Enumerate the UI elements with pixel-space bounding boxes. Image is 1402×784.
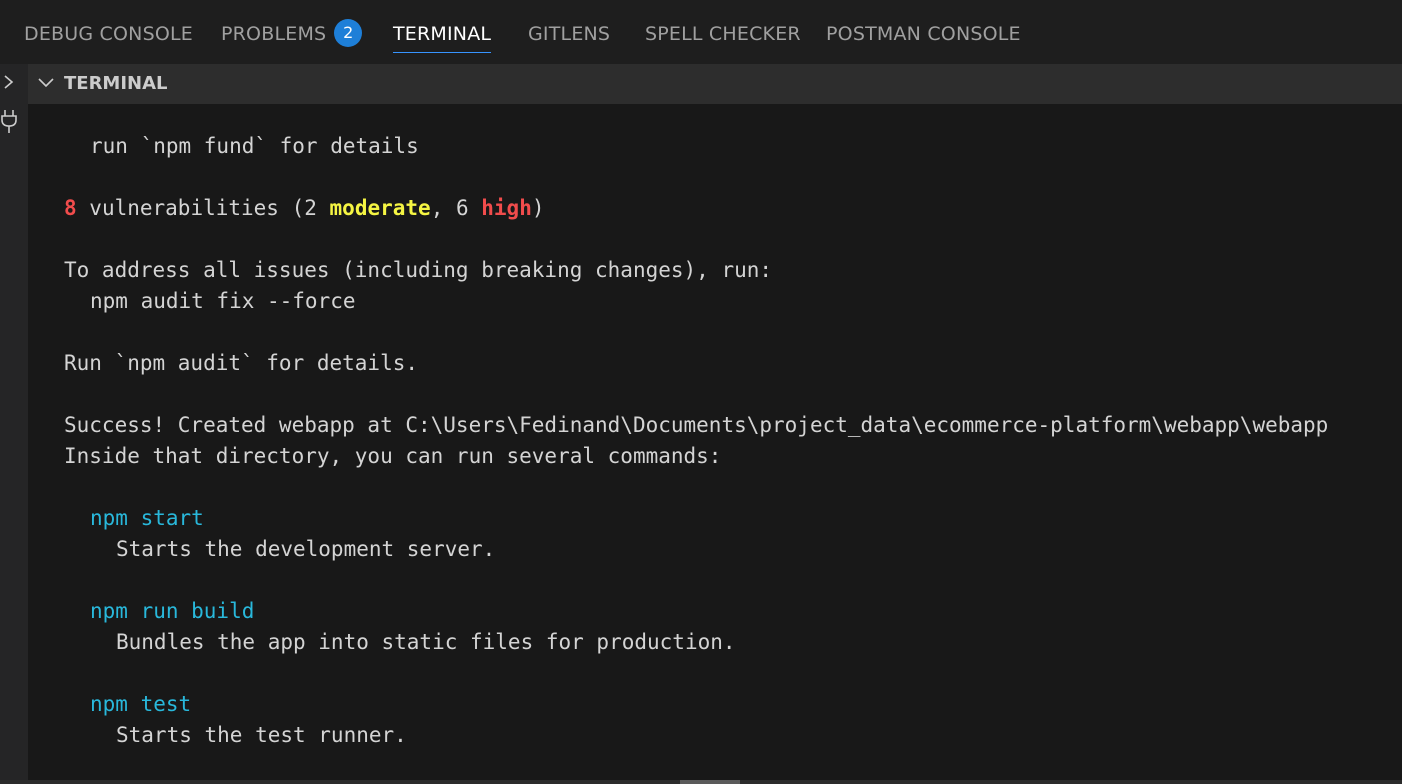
chevron-right-icon[interactable] — [2, 74, 16, 90]
section-title: TERMINAL — [64, 73, 168, 94]
problems-count-badge: 2 — [334, 19, 363, 47]
vulnerability-text: vulnerabilities (2 — [76, 196, 330, 220]
chevron-down-icon[interactable] — [37, 76, 55, 90]
active-tab-indicator — [393, 52, 492, 53]
tab-label: TERMINAL — [393, 23, 492, 45]
panel-tab-bar: DEBUG CONSOLE PROBLEMS 2 TERMINAL GITLENS… — [0, 0, 1402, 64]
terminal-line-fund: run `npm fund` for details — [90, 134, 419, 158]
tab-debug-console[interactable]: DEBUG CONSOLE — [24, 0, 193, 64]
terminal-line-audit: Run `npm audit` for details. — [64, 351, 419, 375]
tab-spell-checker[interactable]: SPELL CHECKER — [645, 0, 801, 64]
tab-terminal[interactable]: TERMINAL — [393, 0, 492, 64]
severity-moderate: moderate — [329, 196, 431, 220]
terminal-line-inside: Inside that directory, you can run sever… — [64, 444, 722, 468]
terminal-section-header[interactable]: TERMINAL — [28, 64, 1402, 104]
tab-gitlens[interactable]: GITLENS — [528, 0, 610, 64]
plug-icon[interactable] — [0, 108, 18, 134]
horizontal-scrollbar-thumb[interactable] — [680, 780, 740, 784]
tab-label: SPELL CHECKER — [645, 23, 801, 45]
command-description: Bundles the app into static files for pr… — [116, 630, 736, 654]
terminal-line-address: To address all issues (including breakin… — [64, 258, 773, 282]
tab-label: GITLENS — [528, 23, 611, 45]
tab-problems[interactable]: PROBLEMS 2 — [221, 0, 363, 64]
command-npm-run-build: npm run build — [90, 599, 255, 623]
severity-high: high — [481, 196, 532, 220]
terminal-line-vulnerabilities: 8 vulnerabilities (2 moderate, 6 high) — [64, 193, 545, 224]
panel: DEBUG CONSOLE PROBLEMS 2 TERMINAL GITLENS… — [0, 0, 1402, 784]
tab-label: PROBLEMS — [221, 23, 327, 45]
command-description: Starts the development server. — [116, 537, 496, 561]
tab-label: POSTMAN CONSOLE — [826, 23, 1021, 45]
left-activity-strip — [0, 64, 28, 784]
terminal-output[interactable]: run `npm fund` for details 8 vulnerabili… — [28, 104, 1402, 780]
vulnerability-text: ) — [531, 196, 545, 220]
vulnerability-text: , 6 — [430, 196, 482, 220]
command-description: Starts the test runner. — [116, 723, 407, 747]
command-npm-start: npm start — [90, 506, 204, 530]
tab-label: DEBUG CONSOLE — [24, 23, 193, 45]
tab-postman-console[interactable]: POSTMAN CONSOLE — [826, 0, 1021, 64]
vulnerability-count: 8 — [64, 196, 77, 220]
command-npm-test: npm test — [90, 692, 192, 716]
terminal-line-fix-command: npm audit fix --force — [90, 289, 356, 313]
terminal-line-success: Success! Created webapp at C:\Users\Fedi… — [64, 413, 1329, 437]
